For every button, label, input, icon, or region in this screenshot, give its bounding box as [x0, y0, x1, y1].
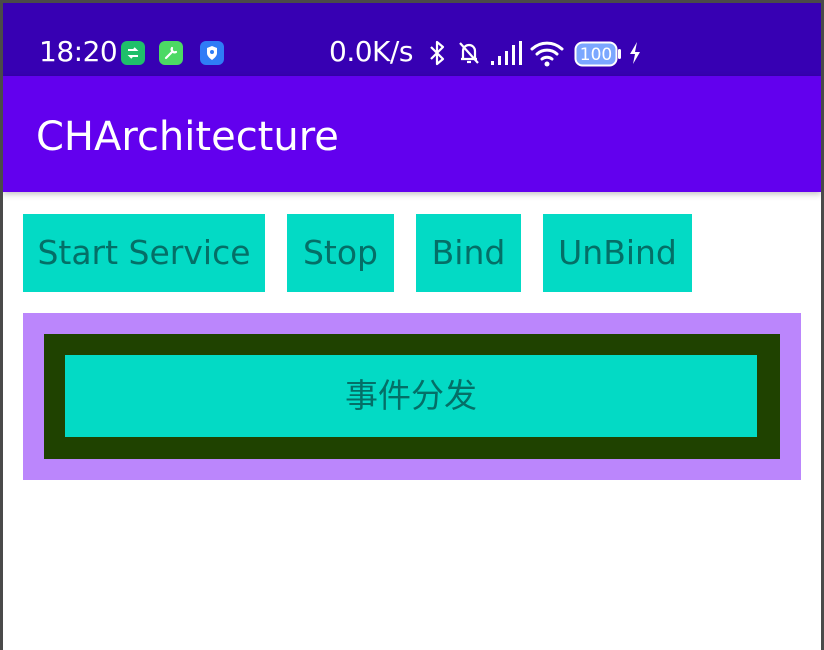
app-green-icon [121, 41, 145, 65]
middle-container: 事件分发 [44, 334, 780, 459]
stop-button[interactable]: Stop [287, 214, 394, 292]
wrench-icon [159, 41, 183, 65]
app-bar: CHArchitecture [3, 76, 821, 192]
start-service-button[interactable]: Start Service [23, 214, 265, 292]
unbind-button[interactable]: UnBind [543, 214, 692, 292]
app-title: CHArchitecture [36, 114, 339, 160]
battery-icon: 100 [574, 41, 622, 71]
bind-button[interactable]: Bind [416, 214, 521, 292]
outer-container: 事件分发 [23, 313, 801, 480]
shield-icon [200, 41, 224, 65]
charging-icon [628, 39, 642, 71]
battery-level: 100 [580, 45, 612, 65]
network-speed: 0.0K/s [329, 35, 413, 68]
status-bar: 18:20 0.0K/s 100 [3, 3, 821, 76]
event-dispatch-button[interactable]: 事件分发 [65, 355, 757, 437]
signal-icon [489, 39, 523, 71]
status-time: 18:20 [39, 35, 118, 68]
bluetooth-icon [427, 39, 447, 71]
device-screen: 18:20 0.0K/s 100 CHArchitecture Start Se… [3, 3, 821, 650]
wifi-icon [529, 39, 565, 71]
mute-bell-icon [457, 39, 481, 71]
